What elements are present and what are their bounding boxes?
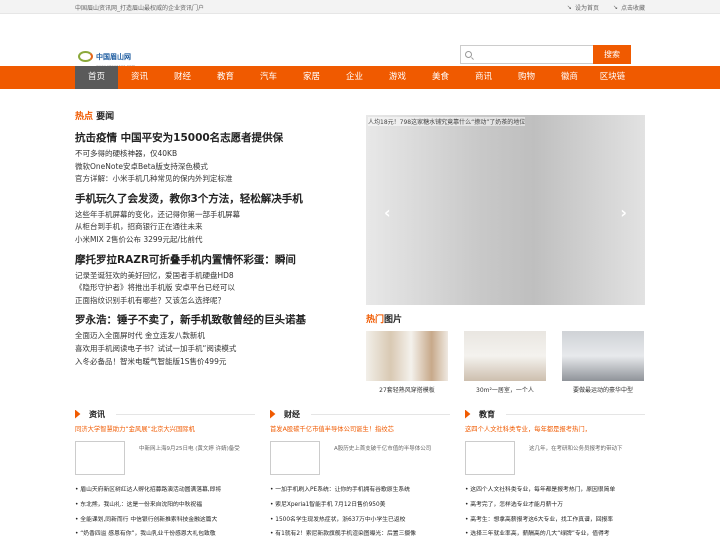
news-link[interactable]: 全面迈入全面屏时代 金立连发八款新机 [75, 330, 355, 343]
news-link[interactable]: 入冬必备品！智米电暖气智能版1S售价499元 [75, 356, 355, 369]
search-input[interactable] [460, 45, 593, 64]
site-tagline: 中国眉山资讯网_打造眉山最权威的企业资讯门户 [75, 5, 205, 12]
nav-item-huishang[interactable]: 徽商 [548, 66, 591, 89]
logo-mark-icon [78, 51, 93, 62]
top-bar: 中国眉山资讯网_打造眉山最权威的企业资讯门户 ↘ 设为首页 ↘ 点击收藏 [0, 0, 720, 14]
main-nav: 首页 资讯 财经 教育 汽车 家居 企业 游戏 美食 商讯 购物 徽商 区块链 [0, 66, 720, 89]
slider-image[interactable] [366, 115, 645, 305]
nav-item-finance[interactable]: 财经 [161, 66, 204, 89]
nav-item-blockchain[interactable]: 区块链 [591, 66, 634, 89]
slider-next-icon[interactable]: › [620, 203, 627, 222]
news-link[interactable]: 官方详解：小米手机几种常见的保内外判定标准 [75, 173, 355, 186]
nav-item-shopping[interactable]: 购物 [505, 66, 548, 89]
image-slider[interactable]: 人均18元！798这家糖水铺究竟靠什么“撩动”了奶茶的地位 ‹ › [366, 115, 645, 305]
nav-item-education[interactable]: 教育 [204, 66, 247, 89]
feature-thumb[interactable] [465, 441, 515, 475]
news-link[interactable]: 这些年手机屏幕的变化，还记得你第一部手机屏幕 [75, 209, 355, 222]
section-title: 热点 要闻 [75, 112, 115, 122]
column-headline[interactable]: 同济大学智慧助力“金风展”北京大兴国际机 [75, 424, 255, 433]
triangle-marker-icon [465, 409, 471, 419]
column-feature[interactable]: 中新网上海9月25日电 (黄文婷 许婧)备受 [75, 441, 255, 475]
list-item[interactable]: 眉山天府新区树红达人孵化招募路演活动圆满落幕,即将 [75, 483, 255, 498]
list-item[interactable]: 高考完了，怎样选专业才能月薪十万 [465, 498, 645, 513]
column-headline[interactable]: 首发A股碳千亿市值半导体公司诞生！指纹芯 [270, 424, 450, 433]
news-column: 财经 首发A股碳千亿市值半导体公司诞生！指纹芯 A股历史上首支破千亿市值的半导体… [270, 408, 450, 542]
column-header: 教育 [465, 408, 645, 420]
picture-item[interactable]: 30m²一居室，一个人 [464, 331, 546, 394]
news-column: 资讯 同济大学智慧助力“金风展”北京大兴国际机 中新网上海9月25日电 (黄文婷… [75, 408, 255, 542]
list-item[interactable]: 1500名学生现发热症状，浙637万中小学生已返校 [270, 513, 450, 528]
news-link[interactable]: 微软OneNote安卓Beta版支持深色模式 [75, 161, 355, 174]
nav-item-commerce[interactable]: 商讯 [462, 66, 505, 89]
picture-thumb[interactable] [366, 331, 448, 381]
column-list: 一加手机刷入PE系统：让你的手机拥有谷歌原生系统 索尼Xperia1智能手机 7… [270, 483, 450, 542]
nav-item-games[interactable]: 游戏 [376, 66, 419, 89]
feature-summary[interactable]: 这几年，在考研和公务员报考的带动下 [515, 441, 623, 475]
news-group: 摩托罗拉RAZR可折叠手机内置情怀彩蛋：瞬间 记录圣诞狂欢的美好回忆，爱国者手机… [75, 252, 355, 308]
picture-thumb[interactable] [562, 331, 644, 381]
picture-thumb[interactable] [464, 331, 546, 381]
picture-item[interactable]: 要做最运动的豪华中型 [562, 331, 644, 394]
header: 中国眉山网www.sgnsoose.com 搜索 [0, 14, 720, 69]
nav-item-food[interactable]: 美食 [419, 66, 462, 89]
search-icon [465, 51, 472, 58]
picture-list: 27套轻熟风穿搭模板 30m²一居室，一个人 要做最运动的豪华中型 [366, 331, 644, 394]
news-link[interactable]: 《隐形守护者》将推出手机版 安卓平台已经可以 [75, 282, 355, 295]
news-group: 抗击疫情 中国平安为15000名志愿者提供保 不可多得的硬核神器，仅40KB 微… [75, 130, 355, 186]
column-list: 眉山天府新区树红达人孵化招募路演活动圆满落幕,即将 东北熊，我山礼：这是一份来自… [75, 483, 255, 542]
news-link[interactable]: 小米MIX 2售价公布 3299元起/比前代 [75, 234, 355, 247]
headline-link[interactable]: 手机玩久了会发烫，教你3个方法，轻松解决手机 [75, 191, 355, 206]
nav-item-home-living[interactable]: 家居 [290, 66, 333, 89]
picture-caption[interactable]: 要做最运动的豪华中型 [562, 385, 644, 394]
news-link[interactable]: 记录圣诞狂欢的美好回忆，爱国者手机硬盘HD8 [75, 270, 355, 283]
headline-link[interactable]: 罗永浩：锤子不卖了，新手机致敬曾经的巨头诺基 [75, 312, 355, 327]
nav-item-news[interactable]: 资讯 [118, 66, 161, 89]
picture-caption[interactable]: 27套轻熟风穿搭模板 [366, 385, 448, 394]
bookmark-link[interactable]: ↘ 点击收藏 [613, 3, 645, 12]
list-item[interactable]: 这四个人文社科类专业，每年都是报考热门，原因很简单 [465, 483, 645, 498]
column-header: 财经 [270, 408, 450, 420]
section-title: 热门图片 [366, 315, 403, 325]
feature-summary[interactable]: 中新网上海9月25日电 (黄文婷 许婧)备受 [125, 441, 240, 475]
triangle-marker-icon [75, 409, 81, 419]
feature-thumb[interactable] [75, 441, 125, 475]
news-link[interactable]: 正面指纹识别手机有哪些？又该怎么选择呢？ [75, 295, 355, 308]
nav-item-business[interactable]: 企业 [333, 66, 376, 89]
column-list: 这四个人文社科类专业，每年都是报考热门，原因很简单 高考完了，怎样选专业才能月薪… [465, 483, 645, 542]
nav-item-auto[interactable]: 汽车 [247, 66, 290, 89]
news-group: 罗永浩：锤子不卖了，新手机致敬曾经的巨头诺基 全面迈入全面屏时代 金立连发八款新… [75, 312, 355, 368]
column-header: 资讯 [75, 408, 255, 420]
arrow-right-icon: ↘ [566, 4, 572, 11]
list-item[interactable]: 一加手机刷入PE系统：让你的手机拥有谷歌原生系统 [270, 483, 450, 498]
news-group: 手机玩久了会发烫，教你3个方法，轻松解决手机 这些年手机屏幕的变化，还记得你第一… [75, 191, 355, 247]
column-feature[interactable]: A股历史上首支破千亿市值的半导体公司 [270, 441, 450, 475]
nav-item-home[interactable]: 首页 [75, 66, 118, 89]
triangle-marker-icon [270, 409, 276, 419]
list-item[interactable]: 东北熊，我山礼：这是一份来自沈阳的中秋祝福 [75, 498, 255, 513]
list-item[interactable]: 全能课划,同新而行 中信银行创新推索科技金融这篇大 [75, 513, 255, 528]
column-headline[interactable]: 这四个人文社科类专业，每年都是报考热门， [465, 424, 645, 433]
feature-summary[interactable]: A股历史上首支破千亿市值的半导体公司 [320, 441, 431, 475]
slider-prev-icon[interactable]: ‹ [384, 203, 391, 222]
picture-item[interactable]: 27套轻熟风穿搭模板 [366, 331, 448, 394]
list-item[interactable]: 高考生：想拿高薪报考这6大专业，找工作真谱，回报率 [465, 513, 645, 528]
arrow-right-icon: ↘ [612, 4, 618, 11]
list-item[interactable]: 索尼Xperia1智能手机 7月12日售价950美 [270, 498, 450, 513]
news-link[interactable]: 喜欢用手机阅读电子书？试试一加手机“阅读模式 [75, 343, 355, 356]
slider-caption[interactable]: 人均18元！798这家糖水铺究竟靠什么“撩动”了奶茶的地位 [368, 117, 526, 126]
set-home-link[interactable]: ↘ 设为首页 [567, 3, 599, 12]
hot-news-section: 热点 要闻 抗击疫情 中国平安为15000名志愿者提供保 不可多得的硬核神器，仅… [75, 109, 355, 371]
news-column: 教育 这四个人文社科类专业，每年都是报考热门， 这几年，在考研和公务员报考的带动… [465, 408, 645, 542]
picture-caption[interactable]: 30m²一居室，一个人 [464, 385, 546, 394]
news-link[interactable]: 不可多得的硬核神器，仅40KB [75, 148, 355, 161]
search-button[interactable]: 搜索 [593, 45, 631, 64]
news-link[interactable]: 从柜台到手机，招商银行正在通往未来 [75, 221, 355, 234]
column-feature[interactable]: 这几年，在考研和公务员报考的带动下 [465, 441, 645, 475]
feature-thumb[interactable] [270, 441, 320, 475]
headline-link[interactable]: 摩托罗拉RAZR可折叠手机内置情怀彩蛋：瞬间 [75, 252, 355, 267]
headline-link[interactable]: 抗击疫情 中国平安为15000名志愿者提供保 [75, 130, 355, 145]
